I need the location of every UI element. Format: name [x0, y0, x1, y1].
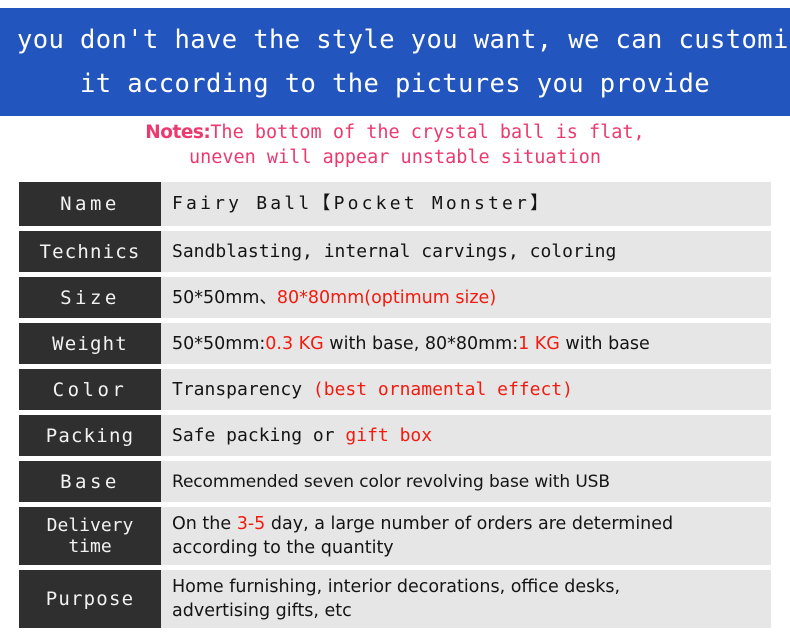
table-row: Purpose Home furnishing, interior decora…	[19, 570, 771, 628]
spec-label-purpose: Purpose	[19, 570, 161, 628]
table-row: Size 50*50mm、80*80mm(optimum size)	[19, 277, 771, 318]
product-spec-page: If you don't have the style you want, we…	[0, 0, 790, 628]
table-row: Color Transparency (best ornamental effe…	[19, 369, 771, 410]
notes-label: Notes:	[145, 122, 211, 143]
spec-value-purpose-line-2: advertising gifts, etc	[172, 601, 352, 621]
spec-label-size: Size	[19, 277, 161, 318]
spec-value-size-standard: 50*50mm、	[172, 287, 277, 308]
spec-value-weight-small-kg: 0.3 KG	[265, 333, 324, 354]
table-row: Base Recommended seven color revolving b…	[19, 461, 771, 502]
spec-value-technics-text: Sandblasting, internal carvings, colorin…	[172, 240, 617, 262]
spec-label-base: Base	[19, 461, 161, 502]
notes-line-1-text: The bottom of the crystal ball is flat,	[210, 122, 645, 143]
spec-value-base-text: Recommended seven color revolving base w…	[172, 471, 610, 492]
spec-value-packing-main: Safe packing or	[172, 424, 346, 446]
spec-value-name-text: Fairy Ball【Pocket Monster】	[172, 193, 552, 214]
spec-value-weight-line: 50*50mm:0.3 KG with base, 80*80mm:1 KG w…	[172, 332, 771, 356]
spec-value-weight-large-kg: 1 KG	[518, 333, 560, 354]
promo-banner: If you don't have the style you want, we…	[0, 8, 790, 116]
spec-label-color: Color	[19, 369, 161, 410]
notes-line-2: uneven will appear unstable situation	[188, 147, 602, 168]
table-row: Delivery time On the 3-5 day, a large nu…	[19, 507, 771, 565]
spec-value-technics: Sandblasting, internal carvings, colorin…	[161, 231, 771, 272]
spec-value-packing: Safe packing or gift box	[161, 415, 771, 456]
spec-value-delivery-days: 3-5	[236, 514, 266, 534]
spec-value-size-line: 50*50mm、80*80mm(optimum size)	[172, 286, 771, 310]
table-row: Weight 50*50mm:0.3 KG with base, 80*80mm…	[19, 323, 771, 364]
spec-label-technics: Technics	[19, 231, 161, 272]
spec-value-size: 50*50mm、80*80mm(optimum size)	[161, 277, 771, 318]
spec-label-delivery-time: Delivery time	[19, 507, 161, 565]
spec-label-packing: Packing	[19, 415, 161, 456]
spec-value-color-main: Transparency	[172, 378, 313, 400]
table-row: Name Fairy Ball【Pocket Monster】	[19, 182, 771, 226]
spec-value-color-line: Transparency (best ornamental effect)	[172, 378, 771, 402]
specification-table: Name Fairy Ball【Pocket Monster】 Technics…	[19, 182, 771, 633]
spec-value-weight: 50*50mm:0.3 KG with base, 80*80mm:1 KG w…	[161, 323, 771, 364]
spec-value-weight-small-size: 50*50mm:	[172, 333, 266, 354]
notes-line-1: Notes:The bottom of the crystal ball is …	[0, 120, 790, 145]
spec-value-weight-tail: with base	[559, 333, 650, 354]
spec-value-purpose: Home furnishing, interior decorations, o…	[161, 570, 771, 628]
promo-banner-line-2: it according to the pictures you provide	[79, 69, 711, 99]
table-row: Packing Safe packing or gift box	[19, 415, 771, 456]
spec-value-delivery-time: On the 3-5 day, a large number of orders…	[161, 507, 771, 565]
spec-value-delivery-line-1: On the 3-5 day, a large number of orders…	[172, 512, 771, 536]
promo-banner-line-1: If you don't have the style you want, we…	[0, 25, 790, 55]
spec-value-color-note: (best ornamental effect)	[312, 378, 573, 400]
spec-value-delivery-lead: On the	[172, 514, 237, 534]
spec-value-packing-line: Safe packing or gift box	[172, 424, 771, 448]
spec-label-weight: Weight	[19, 323, 161, 364]
spec-value-delivery-tail: day, a large number of orders are determ…	[265, 514, 674, 534]
spec-value-weight-mid: with base, 80*80mm:	[323, 333, 519, 354]
spec-value-size-optimum: 80*80mm(optimum size)	[276, 287, 497, 308]
spec-value-name: Fairy Ball【Pocket Monster】	[161, 182, 771, 226]
spec-label-name: Name	[19, 182, 161, 226]
spec-value-color: Transparency (best ornamental effect)	[161, 369, 771, 410]
table-row: Technics Sandblasting, internal carvings…	[19, 231, 771, 272]
spec-value-base: Recommended seven color revolving base w…	[161, 461, 771, 502]
spec-value-purpose-line-1: Home furnishing, interior decorations, o…	[172, 577, 621, 597]
notes-block: Notes:The bottom of the crystal ball is …	[0, 120, 790, 170]
spec-value-delivery-line-2: according to the quantity	[172, 538, 394, 558]
spec-value-packing-giftbox: gift box	[345, 424, 433, 446]
